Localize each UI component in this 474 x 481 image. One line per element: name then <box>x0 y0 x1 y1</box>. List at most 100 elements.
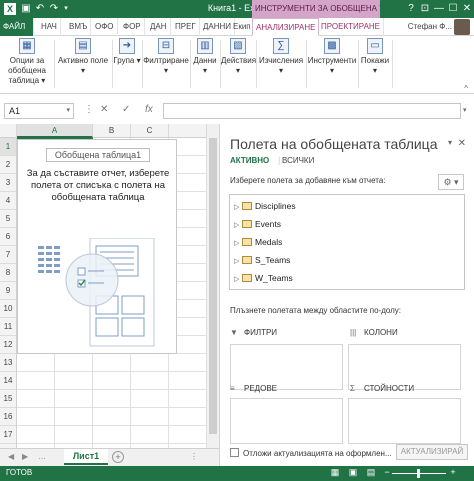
help-button[interactable]: ? <box>404 0 418 18</box>
data-button[interactable]: ▥ Данни ▾ <box>191 38 219 90</box>
defer-update-checkbox[interactable]: Отложи актуализацията на оформлен... <box>230 448 392 458</box>
pane-resize-handle[interactable] <box>220 124 222 466</box>
row-header[interactable]: 9 <box>0 282 16 300</box>
row-header[interactable]: 1 <box>0 138 16 156</box>
checkbox-icon[interactable] <box>230 448 239 457</box>
active-field-button[interactable]: ▤ Активно поле ▾ <box>56 38 110 90</box>
column-header[interactable]: C <box>131 124 169 138</box>
row-header[interactable]: 7 <box>0 246 16 264</box>
tab-file[interactable]: ФАЙЛ <box>0 18 34 36</box>
context-tools-header: ИНСТРУМЕНТИ ЗА ОБОБЩЕНА Т... <box>252 0 380 18</box>
scroll-thumb[interactable] <box>209 138 217 434</box>
show-button[interactable]: ▭ Покажи ▾ <box>360 38 390 90</box>
actions-button[interactable]: ▧ Действия ▾ <box>221 38 256 90</box>
vertical-scrollbar[interactable] <box>207 124 219 448</box>
row-header[interactable]: 4 <box>0 192 16 210</box>
list-item[interactable]: ▷ Medals <box>234 233 282 251</box>
pivot-options-button[interactable]: ▦ Опции за обобщена таблица ▾ <box>2 38 52 90</box>
maximize-button[interactable]: ☐ <box>446 0 460 18</box>
normal-view-icon[interactable]: ▦ <box>330 467 340 478</box>
zoom-out-icon[interactable]: − <box>382 467 392 478</box>
tab-analyze[interactable]: АНАЛИЗИРАНЕ <box>252 18 320 36</box>
row-header[interactable]: 8 <box>0 264 16 282</box>
tab-all[interactable]: ВСИЧКИ <box>282 156 314 165</box>
field-list: ▷ Disciplines ▷ Events ▷ Medals ▷ S_Teams ▷ W… <box>229 194 465 290</box>
close-button[interactable]: ✕ <box>460 0 474 18</box>
user-name[interactable]: Стефан Ф... <box>408 18 452 36</box>
formula-input[interactable] <box>163 103 461 119</box>
column-header[interactable]: B <box>93 124 131 138</box>
row-header[interactable]: 10 <box>0 300 16 318</box>
list-item[interactable]: ▷ W_Teams <box>234 269 293 287</box>
row-header[interactable]: 3 <box>0 174 16 192</box>
page-break-icon[interactable]: ▤ <box>366 467 376 478</box>
ribbon-display-button[interactable]: ⊡ <box>418 0 432 18</box>
calculations-button[interactable]: ∑ Изчисления ▾ <box>257 38 305 90</box>
update-button[interactable]: АКТУАЛИЗИРАЙ <box>396 444 468 460</box>
tab-formulas[interactable]: ФОР <box>120 18 145 36</box>
list-item[interactable]: ▷ Events <box>234 215 281 233</box>
avatar[interactable] <box>454 19 470 35</box>
collapse-ribbon-button[interactable]: ^ <box>464 84 468 93</box>
row-header[interactable]: 15 <box>0 390 16 408</box>
pivot-placeholder[interactable]: Обобщена таблица1 За да съставите отчет,… <box>17 139 177 354</box>
tab-separator: | <box>278 155 281 165</box>
sheet-tabs-bar: ◀ ▶ … Лист1 + ⋮ <box>0 448 219 466</box>
filter-icon: ⊟ <box>158 38 174 54</box>
rows-drop-zone[interactable] <box>230 398 343 444</box>
row-header[interactable]: 14 <box>0 372 16 390</box>
tools-button[interactable]: ▩ Инструменти ▾ <box>307 38 357 90</box>
minimize-button[interactable]: — <box>432 0 446 18</box>
tab-layout[interactable]: ОФО <box>92 18 118 36</box>
row-header[interactable]: 16 <box>0 408 16 426</box>
row-header[interactable]: 17 <box>0 426 16 444</box>
tab-home[interactable]: НАЧ <box>38 18 61 36</box>
data-icon: ▥ <box>197 38 213 54</box>
tab-active[interactable]: АКТИВНО <box>230 156 269 165</box>
ribbon-divider <box>54 40 55 88</box>
close-icon[interactable]: ✕ <box>458 138 466 149</box>
cancel-formula-icon[interactable]: ✕ <box>100 104 108 115</box>
sigma-icon: Σ <box>350 384 355 393</box>
group-icon: ➔ <box>119 38 135 54</box>
row-header[interactable]: 2 <box>0 156 16 174</box>
pivot-fields-pane: Полета на обобщената таблица ▾ ✕ АКТИВНО… <box>219 124 474 466</box>
tab-team[interactable]: Екип <box>230 18 255 36</box>
add-sheet-button[interactable]: + <box>112 451 124 463</box>
ribbon-divider <box>392 40 393 88</box>
gear-icon[interactable]: ⚙ ▾ <box>438 174 464 190</box>
pane-options-icon[interactable]: ▾ <box>448 138 452 147</box>
list-item[interactable]: ▷ S_Teams <box>234 251 290 269</box>
pivot-options-icon: ▦ <box>19 38 35 54</box>
tab-review[interactable]: ПРЕГ <box>172 18 200 36</box>
row-header[interactable]: 13 <box>0 354 16 372</box>
sheet-prev-icon[interactable]: ◀ <box>8 452 14 461</box>
sheet-next-icon[interactable]: ▶ <box>22 452 28 461</box>
enter-formula-icon[interactable]: ✓ <box>122 104 130 115</box>
name-box[interactable]: A1 ▾ <box>4 103 74 119</box>
zoom-in-icon[interactable]: + <box>448 467 458 478</box>
row-header[interactable]: 11 <box>0 318 16 336</box>
list-item[interactable]: ▷ Disciplines <box>234 197 296 215</box>
filter-button[interactable]: ⊟ Филтриране ▾ <box>143 38 189 90</box>
column-header[interactable]: A <box>17 124 93 138</box>
row-header[interactable]: 6 <box>0 228 16 246</box>
expand-formula-icon[interactable]: ▾ <box>463 106 467 114</box>
pivot-instructions: За да съставите отчет, изберете полета о… <box>26 168 170 203</box>
column-header[interactable] <box>169 124 207 138</box>
group-button[interactable]: ➔ Група ▾ <box>113 38 141 90</box>
row-header[interactable]: 12 <box>0 336 16 354</box>
insert-function-icon[interactable]: fx <box>145 104 153 115</box>
tab-design[interactable]: ПРОЕКТИРАНЕ <box>318 18 385 36</box>
values-drop-zone[interactable] <box>348 398 461 444</box>
row-header[interactable]: 5 <box>0 210 16 228</box>
zoom-slider-thumb[interactable] <box>417 469 420 478</box>
sheet-tab[interactable]: Лист1 <box>64 449 108 465</box>
status-text: ГОТОВ <box>6 468 33 477</box>
page-layout-icon[interactable]: ▣ <box>348 467 358 478</box>
column-headers: A B C <box>0 124 219 138</box>
tab-data[interactable]: ДАН <box>147 18 171 36</box>
select-all-corner[interactable] <box>0 124 17 138</box>
expand-icon[interactable]: ▷ <box>234 271 242 289</box>
tab-insert[interactable]: ВМЪ <box>66 18 92 36</box>
